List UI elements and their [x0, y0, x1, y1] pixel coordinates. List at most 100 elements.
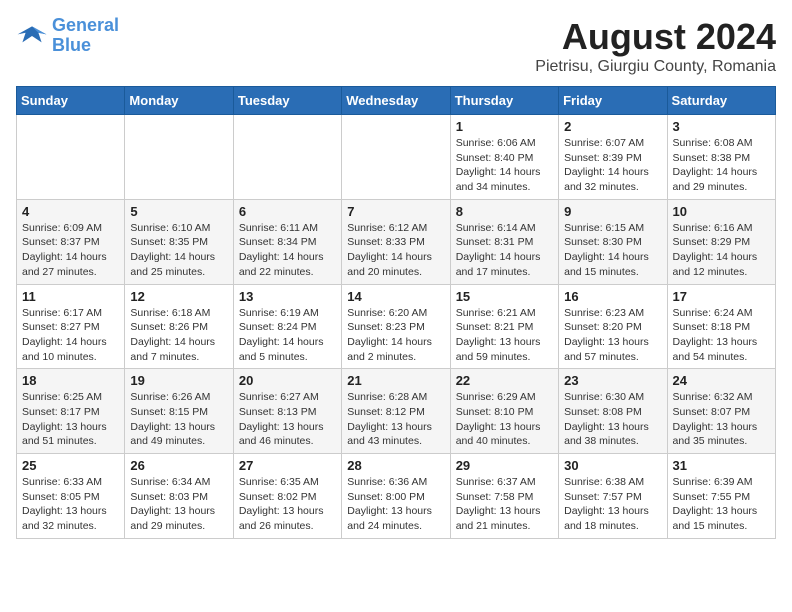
day-info: Sunrise: 6:17 AMSunset: 8:27 PMDaylight:… — [22, 306, 119, 365]
logo: General Blue — [16, 16, 119, 56]
day-info: Sunrise: 6:07 AMSunset: 8:39 PMDaylight:… — [564, 136, 661, 195]
calendar-cell — [17, 115, 125, 200]
day-info: Sunrise: 6:15 AMSunset: 8:30 PMDaylight:… — [564, 221, 661, 280]
day-number: 18 — [22, 373, 119, 388]
day-number: 27 — [239, 458, 336, 473]
day-number: 19 — [130, 373, 227, 388]
day-number: 29 — [456, 458, 553, 473]
calendar-cell: 17 Sunrise: 6:24 AMSunset: 8:18 PMDayligh… — [667, 284, 775, 369]
day-number: 26 — [130, 458, 227, 473]
day-info: Sunrise: 6:19 AMSunset: 8:24 PMDaylight:… — [239, 306, 336, 365]
day-info: Sunrise: 6:09 AMSunset: 8:37 PMDaylight:… — [22, 221, 119, 280]
calendar-cell: 22 Sunrise: 6:29 AMSunset: 8:10 PMDayligh… — [450, 369, 558, 454]
day-number: 9 — [564, 204, 661, 219]
day-info: Sunrise: 6:36 AMSunset: 8:00 PMDaylight:… — [347, 475, 444, 534]
day-info: Sunrise: 6:12 AMSunset: 8:33 PMDaylight:… — [347, 221, 444, 280]
logo-text-line2: Blue — [52, 36, 119, 56]
day-info: Sunrise: 6:10 AMSunset: 8:35 PMDaylight:… — [130, 221, 227, 280]
day-number: 17 — [673, 289, 770, 304]
calendar-cell: 25 Sunrise: 6:33 AMSunset: 8:05 PMDayligh… — [17, 454, 125, 539]
calendar-cell: 12Sunrise: 6:18 AMSunset: 8:26 PMDayligh… — [125, 284, 233, 369]
day-info: Sunrise: 6:32 AMSunset: 8:07 PMDaylight:… — [673, 390, 770, 449]
day-info: Sunrise: 6:38 AMSunset: 7:57 PMDaylight:… — [564, 475, 661, 534]
calendar-cell: 16 Sunrise: 6:23 AMSunset: 8:20 PMDayligh… — [559, 284, 667, 369]
day-number: 25 — [22, 458, 119, 473]
calendar-cell: 4 Sunrise: 6:09 AMSunset: 8:37 PMDaylight… — [17, 199, 125, 284]
calendar-cell: 29 Sunrise: 6:37 AMSunset: 7:58 PMDayligh… — [450, 454, 558, 539]
day-info: Sunrise: 6:29 AMSunset: 8:10 PMDaylight:… — [456, 390, 553, 449]
day-info: Sunrise: 6:24 AMSunset: 8:18 PMDaylight:… — [673, 306, 770, 365]
day-info: Sunrise: 6:08 AMSunset: 8:38 PMDaylight:… — [673, 136, 770, 195]
calendar-cell: 9 Sunrise: 6:15 AMSunset: 8:30 PMDaylight… — [559, 199, 667, 284]
calendar-cell: 2 Sunrise: 6:07 AMSunset: 8:39 PMDaylight… — [559, 115, 667, 200]
day-number: 12 — [130, 289, 227, 304]
calendar-cell: 23Sunrise: 6:30 AMSunset: 8:08 PMDayligh… — [559, 369, 667, 454]
calendar-cell: 31Sunrise: 6:39 AMSunset: 7:55 PMDayligh… — [667, 454, 775, 539]
calendar-cell: 7Sunrise: 6:12 AMSunset: 8:33 PMDaylight… — [342, 199, 450, 284]
page-subtitle: Pietrisu, Giurgiu County, Romania — [535, 58, 776, 76]
day-info: Sunrise: 6:35 AMSunset: 8:02 PMDaylight:… — [239, 475, 336, 534]
calendar-header-saturday: Saturday — [667, 87, 775, 115]
day-info: Sunrise: 6:39 AMSunset: 7:55 PMDaylight:… — [673, 475, 770, 534]
calendar-cell: 18 Sunrise: 6:25 AMSunset: 8:17 PMDayligh… — [17, 369, 125, 454]
day-number: 5 — [130, 204, 227, 219]
day-info: Sunrise: 6:33 AMSunset: 8:05 PMDaylight:… — [22, 475, 119, 534]
day-number: 10 — [673, 204, 770, 219]
calendar-table: SundayMondayTuesdayWednesdayThursdayFrid… — [16, 86, 776, 539]
calendar-header-wednesday: Wednesday — [342, 87, 450, 115]
page-title: August 2024 — [535, 16, 776, 58]
day-number: 14 — [347, 289, 444, 304]
day-number: 22 — [456, 373, 553, 388]
day-info: Sunrise: 6:30 AMSunset: 8:08 PMDaylight:… — [564, 390, 661, 449]
day-number: 30 — [564, 458, 661, 473]
day-number: 13 — [239, 289, 336, 304]
day-number: 16 — [564, 289, 661, 304]
calendar-week-row: 11 Sunrise: 6:17 AMSunset: 8:27 PMDayligh… — [17, 284, 776, 369]
day-number: 24 — [673, 373, 770, 388]
calendar-cell: 15Sunrise: 6:21 AMSunset: 8:21 PMDayligh… — [450, 284, 558, 369]
day-info: Sunrise: 6:28 AMSunset: 8:12 PMDaylight:… — [347, 390, 444, 449]
calendar-cell: 30 Sunrise: 6:38 AMSunset: 7:57 PMDayligh… — [559, 454, 667, 539]
day-number: 2 — [564, 119, 661, 134]
day-info: Sunrise: 6:20 AMSunset: 8:23 PMDaylight:… — [347, 306, 444, 365]
calendar-week-row: 25 Sunrise: 6:33 AMSunset: 8:05 PMDayligh… — [17, 454, 776, 539]
calendar-header-monday: Monday — [125, 87, 233, 115]
day-info: Sunrise: 6:23 AMSunset: 8:20 PMDaylight:… — [564, 306, 661, 365]
day-number: 8 — [456, 204, 553, 219]
calendar-cell — [233, 115, 341, 200]
day-number: 11 — [22, 289, 119, 304]
calendar-cell: 26 Sunrise: 6:34 AMSunset: 8:03 PMDayligh… — [125, 454, 233, 539]
day-info: Sunrise: 6:16 AMSunset: 8:29 PMDaylight:… — [673, 221, 770, 280]
day-info: Sunrise: 6:06 AMSunset: 8:40 PMDaylight:… — [456, 136, 553, 195]
calendar-cell — [342, 115, 450, 200]
calendar-cell: 28Sunrise: 6:36 AMSunset: 8:00 PMDayligh… — [342, 454, 450, 539]
day-info: Sunrise: 6:11 AMSunset: 8:34 PMDaylight:… — [239, 221, 336, 280]
day-info: Sunrise: 6:37 AMSunset: 7:58 PMDaylight:… — [456, 475, 553, 534]
logo-icon — [16, 20, 48, 52]
day-number: 6 — [239, 204, 336, 219]
day-info: Sunrise: 6:34 AMSunset: 8:03 PMDaylight:… — [130, 475, 227, 534]
calendar-cell: 3 Sunrise: 6:08 AMSunset: 8:38 PMDaylight… — [667, 115, 775, 200]
day-info: Sunrise: 6:27 AMSunset: 8:13 PMDaylight:… — [239, 390, 336, 449]
calendar-cell: 24 Sunrise: 6:32 AMSunset: 8:07 PMDayligh… — [667, 369, 775, 454]
calendar-week-row: 4 Sunrise: 6:09 AMSunset: 8:37 PMDaylight… — [17, 199, 776, 284]
calendar-header-sunday: Sunday — [17, 87, 125, 115]
calendar-cell: 10 Sunrise: 6:16 AMSunset: 8:29 PMDayligh… — [667, 199, 775, 284]
calendar-cell: 27 Sunrise: 6:35 AMSunset: 8:02 PMDayligh… — [233, 454, 341, 539]
day-number: 21 — [347, 373, 444, 388]
day-number: 1 — [456, 119, 553, 134]
day-number: 4 — [22, 204, 119, 219]
calendar-cell: 19Sunrise: 6:26 AMSunset: 8:15 PMDayligh… — [125, 369, 233, 454]
calendar-cell: 20Sunrise: 6:27 AMSunset: 8:13 PMDayligh… — [233, 369, 341, 454]
page-header: General Blue August 2024 Pietrisu, Giurg… — [16, 16, 776, 76]
calendar-cell: 11 Sunrise: 6:17 AMSunset: 8:27 PMDayligh… — [17, 284, 125, 369]
day-number: 3 — [673, 119, 770, 134]
day-info: Sunrise: 6:25 AMSunset: 8:17 PMDaylight:… — [22, 390, 119, 449]
calendar-week-row: 18 Sunrise: 6:25 AMSunset: 8:17 PMDayligh… — [17, 369, 776, 454]
day-info: Sunrise: 6:21 AMSunset: 8:21 PMDaylight:… — [456, 306, 553, 365]
calendar-cell: 6 Sunrise: 6:11 AMSunset: 8:34 PMDaylight… — [233, 199, 341, 284]
logo-text-line1: General — [52, 16, 119, 36]
calendar-cell — [125, 115, 233, 200]
calendar-cell: 13 Sunrise: 6:19 AMSunset: 8:24 PMDayligh… — [233, 284, 341, 369]
title-block: August 2024 Pietrisu, Giurgiu County, Ro… — [535, 16, 776, 76]
